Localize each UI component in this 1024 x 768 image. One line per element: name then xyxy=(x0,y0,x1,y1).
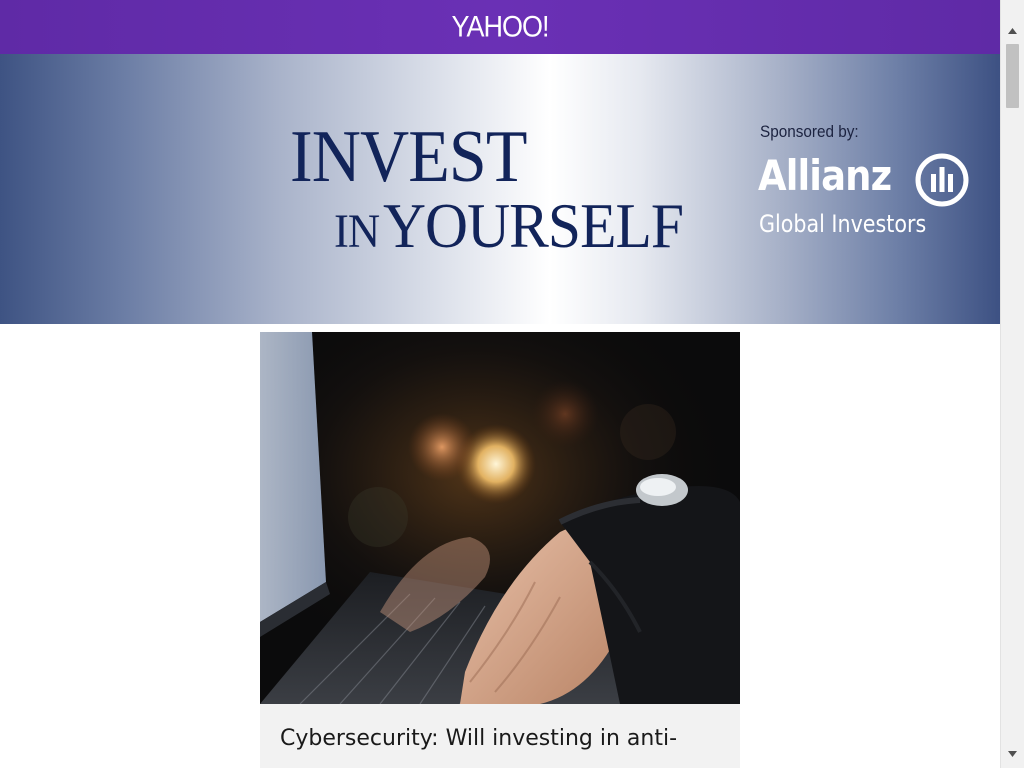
allianz-wordmark[interactable]: Allianz xyxy=(758,150,892,202)
banner-headline-in-yourself: IN YOURSELF xyxy=(334,194,684,275)
allianz-eagle-icon xyxy=(915,153,969,207)
article-image-hands-typing[interactable] xyxy=(260,332,740,704)
global-investors-label: Global Investors xyxy=(759,210,927,238)
page-viewport: YAHOO! INVEST IN YOURSELF Sponsored by: … xyxy=(0,0,1000,768)
invest-in-yourself-banner[interactable]: INVEST IN YOURSELF Sponsored by: Allianz… xyxy=(0,54,1000,324)
yahoo-logo[interactable]: YAHOO! xyxy=(451,10,549,43)
arrow-down-icon xyxy=(1008,750,1017,757)
article-card[interactable]: Cybersecurity: Will investing in anti- xyxy=(260,332,740,768)
banner-headline-yourself: YOURSELF xyxy=(382,190,684,261)
article-title[interactable]: Cybersecurity: Will investing in anti- xyxy=(280,724,720,754)
top-header-bar: YAHOO! xyxy=(0,0,1000,54)
arrow-up-icon xyxy=(1008,27,1017,34)
banner-headline-invest: INVEST xyxy=(290,116,527,198)
scroll-down-button[interactable] xyxy=(1001,745,1024,762)
sponsored-by-label: Sponsored by: xyxy=(760,122,859,141)
scrollbar-thumb[interactable] xyxy=(1006,44,1019,108)
banner-headline-in: IN xyxy=(334,205,380,258)
scroll-up-button[interactable] xyxy=(1001,22,1024,39)
vertical-scrollbar[interactable] xyxy=(1000,0,1024,768)
